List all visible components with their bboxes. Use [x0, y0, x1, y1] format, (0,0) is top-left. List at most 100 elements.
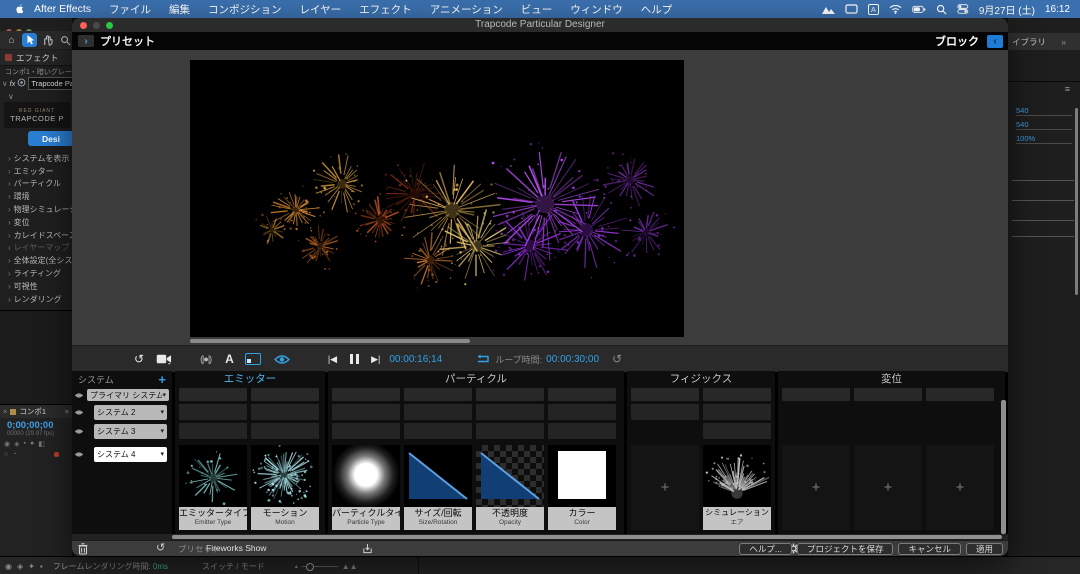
- effect-group-item[interactable]: ›システムを表示: [0, 152, 72, 165]
- collapsed-block-row[interactable]: [627, 423, 775, 439]
- reset-preset-icon[interactable]: ↺: [156, 541, 165, 554]
- timeline-toggle-icons[interactable]: ◉◈▪●◧: [0, 437, 72, 448]
- apple-menu-icon[interactable]: [14, 3, 25, 15]
- close-icon[interactable]: ×: [3, 407, 7, 416]
- menu-item[interactable]: ビュー: [512, 2, 562, 17]
- cancel-button[interactable]: キャンセル: [898, 543, 961, 555]
- effect-group-item[interactable]: ›レンダリング: [0, 293, 72, 306]
- zoom-in-icon[interactable]: ▲▲: [342, 562, 358, 571]
- effect-group-item[interactable]: ›全体設定(全シス: [0, 254, 72, 267]
- menubar-date[interactable]: 9月27日 (土): [979, 2, 1035, 17]
- window-titlebar[interactable]: Trapcode Particular Designer: [72, 18, 1008, 33]
- menu-item[interactable]: レイヤー: [291, 2, 351, 17]
- displacement-column-header[interactable]: 変位: [778, 371, 1005, 387]
- save-project-button[interactable]: プロジェクトを保存: [797, 543, 894, 555]
- menu-item[interactable]: エフェクト: [350, 2, 421, 17]
- libraries-panel-tab[interactable]: イブラリ »: [1008, 33, 1080, 50]
- effect-group-item[interactable]: ›パーティクル: [0, 178, 72, 191]
- preview-horizontal-scrollbar[interactable]: [190, 339, 470, 343]
- presets-panel-label[interactable]: プリセット: [100, 33, 155, 49]
- menu-item[interactable]: ファイル: [100, 2, 160, 17]
- menu-item[interactable]: ヘルプ: [632, 2, 682, 17]
- system-visibility-eye-icon[interactable]: [72, 392, 86, 399]
- selection-tool-icon[interactable]: [22, 33, 37, 47]
- emitter-column-header[interactable]: エミッター: [175, 371, 325, 387]
- system-selector[interactable]: プライマリ システム ▾: [87, 389, 169, 401]
- current-timecode[interactable]: 0;00;00;00: [0, 418, 72, 431]
- system-visibility-eye-icon[interactable]: [72, 428, 86, 435]
- collapsed-block-row[interactable]: [328, 423, 624, 439]
- block-tile-size-rotation[interactable]: サイズ/回転 Size/Rotation: [404, 445, 472, 530]
- zoom-slider-track[interactable]: [302, 566, 338, 567]
- system-selector[interactable]: システム 4 ▾: [94, 447, 167, 462]
- block-tile-color[interactable]: カラー Color: [548, 445, 616, 530]
- loop-time-value[interactable]: 00:00:30;00: [546, 354, 599, 365]
- twirl-chevron-icon[interactable]: ∨: [8, 92, 14, 101]
- current-time-display[interactable]: 00:00:16;14: [389, 354, 442, 365]
- pause-button[interactable]: [350, 354, 359, 364]
- menu-item[interactable]: ウィンドウ: [561, 2, 632, 17]
- particle-column-header[interactable]: パーティクル: [328, 371, 624, 387]
- home-tool-icon[interactable]: ⌂: [4, 33, 19, 47]
- block-tile-simulation[interactable]: シミュレーション エア: [703, 445, 771, 530]
- menu-item[interactable]: 編集: [160, 2, 199, 17]
- collapsed-block-row[interactable]: [175, 404, 325, 420]
- panel-overflow-icon[interactable]: »: [1061, 37, 1066, 47]
- effect-controls-tab[interactable]: エフェクト: [0, 50, 72, 66]
- effect-name-field[interactable]: Trapcode Par: [28, 77, 72, 90]
- collapsed-block-row[interactable]: [175, 388, 325, 401]
- system-selector[interactable]: システム 2 ▾: [94, 405, 167, 420]
- add-displacement-block-button[interactable]: +: [782, 445, 850, 530]
- blocks-vertical-scrollbar[interactable]: [1001, 400, 1006, 534]
- go-to-end-button[interactable]: ▶|: [371, 354, 380, 365]
- panel-menu-icon[interactable]: ≡: [65, 407, 69, 416]
- control-center-icon[interactable]: [957, 4, 969, 14]
- zoom-slider-knob[interactable]: [306, 563, 314, 571]
- input-source-icon[interactable]: A: [868, 4, 879, 15]
- timeline-row-icons[interactable]: ○◔: [0, 448, 72, 458]
- menu-item[interactable]: コンポジション: [199, 2, 291, 17]
- motion-blur-icon[interactable]: (|●|): [200, 354, 211, 364]
- apply-button[interactable]: 適用: [966, 543, 1003, 555]
- text-overlay-icon[interactable]: A: [225, 352, 234, 366]
- collapsed-block-row[interactable]: [627, 388, 775, 401]
- timeline-comp-tab[interactable]: × コンポ1 ≡: [0, 405, 72, 418]
- param-value[interactable]: 540: [1016, 106, 1072, 116]
- effect-group-item[interactable]: ›物理シミュレーシ: [0, 203, 72, 216]
- camera-icon[interactable]: [156, 353, 172, 365]
- effect-group-item[interactable]: ›カレイドスペース: [0, 229, 72, 242]
- menu-item[interactable]: After Effects: [25, 3, 100, 15]
- screen-mirroring-icon[interactable]: [845, 4, 858, 14]
- menubar-clock[interactable]: 16:12: [1045, 4, 1070, 15]
- block-tile-emitter-type[interactable]: エミッタータイプ Emitter Type: [179, 445, 247, 530]
- system-selector[interactable]: システム 3 ▾: [94, 424, 167, 439]
- effect-group-item[interactable]: ›レイヤーマップ: [0, 242, 72, 255]
- collapsed-block-row[interactable]: [328, 404, 624, 420]
- save-preset-icon[interactable]: [362, 543, 373, 554]
- zoom-out-icon[interactable]: ▴: [295, 563, 298, 570]
- effect-group-item[interactable]: ›変位: [0, 216, 72, 229]
- effect-group-item[interactable]: ›環境: [0, 190, 72, 203]
- reset-view-icon[interactable]: ↺: [134, 352, 144, 366]
- effect-group-item[interactable]: ›エミッター: [0, 165, 72, 178]
- blocks-panel-label[interactable]: ブロック: [935, 33, 979, 49]
- delete-trash-icon[interactable]: [78, 543, 88, 555]
- effect-entry-row[interactable]: ∨ fx Trapcode Par: [2, 77, 72, 90]
- wifi-icon[interactable]: [889, 4, 902, 14]
- battery-icon[interactable]: [912, 5, 926, 14]
- open-designer-button[interactable]: Desi: [28, 131, 72, 146]
- composition-viewport[interactable]: [190, 60, 684, 337]
- go-to-start-button[interactable]: |◀: [328, 354, 337, 365]
- param-value[interactable]: 540: [1016, 120, 1072, 130]
- param-value[interactable]: 100%: [1016, 134, 1072, 144]
- help-button[interactable]: ヘルプ...: [739, 543, 792, 555]
- timeline-zoom-slider[interactable]: ▴ ▲▲: [295, 562, 358, 571]
- add-displacement-block-button[interactable]: +: [926, 445, 994, 530]
- region-of-interest-icon[interactable]: [245, 353, 261, 365]
- effect-group-item[interactable]: ›ライティング: [0, 267, 72, 280]
- switches-modes-label[interactable]: スイッチ / モード: [202, 561, 265, 572]
- collapsed-block-row[interactable]: [627, 404, 775, 420]
- status-quick-icons[interactable]: ◉◈✦▪: [0, 562, 53, 571]
- add-system-button[interactable]: +: [158, 372, 166, 387]
- blocks-collapse-icon[interactable]: ‹: [987, 35, 1003, 48]
